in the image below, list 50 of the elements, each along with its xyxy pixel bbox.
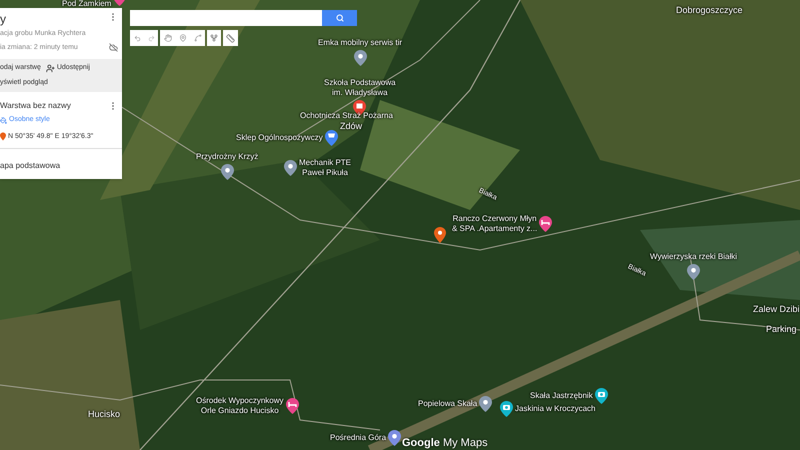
- place-label: Mechanik PTE Paweł Pikuła: [299, 158, 352, 178]
- base-map-item[interactable]: apa podstawowa: [0, 161, 60, 170]
- place-label: Zalew Dzibi: [753, 304, 800, 314]
- line-icon: [194, 34, 202, 42]
- layer-name: Warstwa bez nazwy: [0, 100, 71, 112]
- place-label: Pośrednia Góra: [330, 433, 386, 443]
- hand-icon: [164, 34, 172, 42]
- map-pin-icon[interactable]: [479, 396, 492, 412]
- search-icon: [336, 14, 344, 22]
- map-pin-icon[interactable]: [284, 160, 297, 176]
- redo-icon: [148, 34, 154, 42]
- camera-pin-icon[interactable]: [594, 388, 608, 404]
- place-label: Hucisko: [88, 409, 120, 419]
- place-label: Skała Jastrzębnik: [530, 391, 593, 401]
- map-pin-icon[interactable]: [220, 164, 234, 180]
- place-label: Zdów: [340, 121, 362, 131]
- hotel-pin-icon[interactable]: [539, 216, 552, 232]
- add-person-icon: [46, 64, 55, 73]
- place-label: Dobrogoszczyce: [676, 5, 743, 15]
- cloud-icon: [109, 43, 118, 52]
- place-label: Ochotnicza Straż Pożarna: [300, 111, 393, 121]
- shop-pin-icon[interactable]: [324, 130, 338, 146]
- hotel-pin-icon[interactable]: [286, 398, 299, 414]
- place-label: Ośrodek Wypoczynkowy Orle Gniazdo Hucisko: [196, 396, 284, 416]
- place-label: Wywierzyska rzeki Białki: [650, 252, 738, 262]
- ruler-button[interactable]: [223, 30, 238, 46]
- place-label: Pod Zamkiem: [62, 0, 112, 9]
- place-label: Szkoła Podstawowa im. Władysława: [324, 78, 396, 98]
- place-label: Emka mobilny serwis tir: [318, 38, 402, 48]
- map-title: y: [0, 12, 6, 26]
- search-field[interactable]: [130, 10, 322, 26]
- paint-icon: [0, 116, 7, 124]
- search-button[interactable]: [322, 10, 357, 26]
- google-my-maps-logo: Google My Maps: [402, 436, 488, 450]
- place-label: Popielowa Skała: [418, 399, 478, 409]
- place-label: Sklep Ogólnospożywczy: [236, 133, 323, 143]
- directions-button[interactable]: [207, 30, 221, 46]
- map-pin-icon[interactable]: [687, 264, 700, 280]
- map-pin-icon[interactable]: [354, 50, 366, 66]
- place-label: Jaskinia w Kroczycach: [515, 404, 596, 414]
- map-pin-icon[interactable]: [388, 430, 402, 446]
- map-pin-icon[interactable]: [434, 227, 446, 243]
- place-label: Przydrożny Krzyż: [196, 152, 258, 162]
- ruler-icon: [226, 34, 235, 42]
- map-pin-icon: [178, 34, 186, 42]
- camera-pin-icon[interactable]: [500, 401, 513, 417]
- fork-icon: [210, 34, 218, 42]
- map-pin-icon: [0, 132, 6, 142]
- place-label: Ranczo Czerwony Młyn & SPA .Apartamenty z...: [452, 214, 538, 234]
- undo-icon: [134, 34, 140, 42]
